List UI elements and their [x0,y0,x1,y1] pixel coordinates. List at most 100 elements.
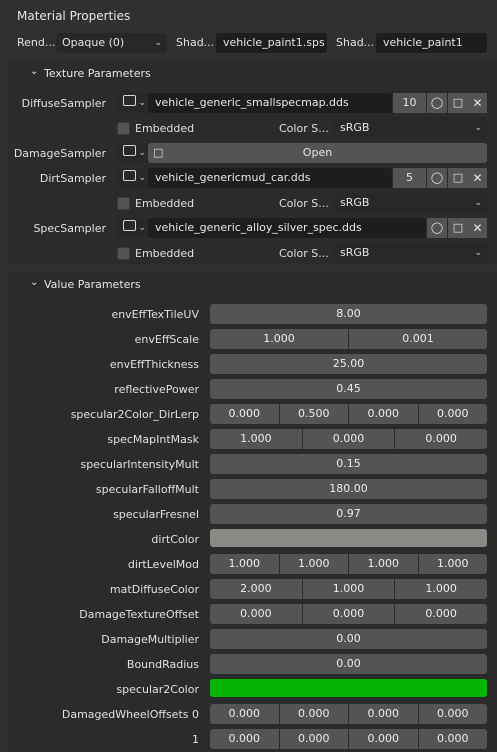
folder-icon[interactable]: □ [448,93,468,113]
param-label: dirtLevelMod [127,558,199,571]
shader-name-field[interactable]: vehicle_paint1 [376,33,487,53]
param-value-field[interactable]: 1.000 [279,554,348,574]
param-label: specularFalloffMult [95,483,199,496]
param-value-field[interactable]: 0.500 [279,404,348,424]
param-label: specular2Color_DirLerp [70,408,199,421]
spec-colorspace-label: Color S... [279,247,329,260]
param-value-field[interactable]: 0.000 [210,704,279,724]
param-value-field[interactable]: 1.000 [395,579,487,599]
param-label: envEffScale [134,333,199,346]
param-label: DamageMultiplier [101,633,199,646]
folder-icon[interactable]: □ [448,218,468,238]
param-label: specular2Color [116,683,199,696]
fake-user-shield-icon[interactable]: ◯ [427,168,447,188]
diffuse-image-browse[interactable]: ⌄ [117,93,148,113]
spec-file-field[interactable]: vehicle_generic_alloy_silver_spec.dds [148,218,426,238]
spec-embedded-checkbox[interactable] [117,247,130,260]
param-value-field[interactable]: 1.000 [210,429,302,449]
chevron-down-icon: ⌄ [138,223,146,233]
diffuse-sampler-label: DiffuseSampler [21,97,106,110]
panel-title: Material Properties [17,9,131,23]
spec-sampler-label: SpecSampler [33,222,106,235]
damage-open-button[interactable]: □ Open [148,143,487,163]
param-value-field[interactable]: 0.000 [302,429,395,449]
image-icon [123,95,136,106]
param-value-field[interactable]: 0.00 [210,654,487,674]
param-value-field[interactable]: 0.001 [349,329,487,349]
fake-user-shield-icon[interactable]: ◯ [427,93,447,113]
texture-parameters-header[interactable]: ⌄ Texture Parameters [30,66,151,80]
shader-file-label: Shad... [176,36,215,49]
param-value-field[interactable]: 0.000 [210,729,279,749]
param-value-field[interactable]: 180.00 [210,479,487,499]
param-label: matDiffuseColor [109,583,199,596]
dirt-colorspace-dropdown[interactable]: sRGB ⌄ [334,193,487,213]
param-value-field[interactable]: 1.000 [210,554,279,574]
color-swatch[interactable] [210,529,487,547]
param-value-field[interactable]: 0.000 [349,729,418,749]
chevron-down-icon: ⌄ [474,198,482,208]
shader-file-field[interactable]: vehicle_paint1.sps [216,33,327,53]
param-value-field[interactable]: 0.000 [418,404,487,424]
param-value-field[interactable]: 0.000 [395,604,487,624]
param-value-field[interactable]: 0.00 [210,629,487,649]
fake-user-shield-icon[interactable]: ◯ [427,218,447,238]
diffuse-user-count[interactable]: 10 [393,93,426,113]
param-value-field[interactable]: 0.97 [210,504,487,524]
param-value-field[interactable]: 0.000 [302,604,395,624]
chevron-down-icon: ⌄ [30,66,39,77]
param-label: specMapIntMask [107,433,199,446]
damage-image-browse[interactable]: ⌄ [117,143,148,163]
param-value-field[interactable]: 8.00 [210,304,487,324]
param-label: envEffThickness [109,358,199,371]
param-label: specularIntensityMult [80,458,199,471]
param-value-field[interactable]: 0.45 [210,379,487,399]
shader-name-label: Shad... [336,36,375,49]
param-label: specularFresnel [113,508,199,521]
param-value-field[interactable]: 0.000 [279,704,348,724]
diffuse-colorspace-dropdown[interactable]: sRGB ⌄ [334,118,487,138]
param-label: DamageTextureOffset [79,608,199,621]
param-value-field[interactable]: 0.15 [210,454,487,474]
dirt-embedded-checkbox[interactable] [117,197,130,210]
param-value-field[interactable]: 25.00 [210,354,487,374]
render-mode-label: Rend... [17,36,56,49]
param-value-field[interactable]: 0.000 [395,429,487,449]
param-value-field[interactable]: 0.000 [210,404,279,424]
spec-image-browse[interactable]: ⌄ [117,218,148,238]
diffuse-embedded-checkbox[interactable] [117,122,130,135]
dirt-embedded-label: Embedded [135,197,195,210]
param-value-field[interactable]: 0.000 [210,604,302,624]
param-value-field[interactable]: 1.000 [210,329,348,349]
chevron-down-icon: ⌄ [474,123,482,133]
diffuse-embedded-label: Embedded [135,122,195,135]
param-value-field[interactable]: 2.000 [210,579,302,599]
param-value-field[interactable]: 1.000 [349,554,418,574]
close-icon[interactable]: ✕ [468,93,487,113]
close-icon[interactable]: ✕ [468,218,487,238]
param-value-field[interactable]: 0.000 [418,729,487,749]
chevron-down-icon: ⌄ [154,38,162,48]
value-parameters-header[interactable]: ⌄ Value Parameters [30,277,141,291]
dirt-image-browse[interactable]: ⌄ [117,168,148,188]
param-value-field[interactable]: 0.000 [279,729,348,749]
color-swatch[interactable] [210,679,487,697]
param-label: reflectivePower [114,383,199,396]
image-icon [123,145,136,156]
param-value-field[interactable]: 0.000 [418,704,487,724]
param-value-field[interactable]: 1.000 [302,579,395,599]
param-value-field[interactable]: 1.000 [418,554,487,574]
param-value-field[interactable]: 0.000 [349,704,418,724]
param-label: BoundRadius [126,658,199,671]
folder-icon[interactable]: □ [448,168,468,188]
close-icon[interactable]: ✕ [468,168,487,188]
render-mode-dropdown[interactable]: Opaque (0) ⌄ [56,33,167,53]
dirt-user-count[interactable]: 5 [393,168,426,188]
spec-colorspace-dropdown[interactable]: sRGB ⌄ [334,243,487,263]
diffuse-file-field[interactable]: vehicle_generic_smallspecmap.dds [148,93,392,113]
param-value-field[interactable]: 0.000 [349,404,418,424]
damage-sampler-label: DamageSampler [13,147,106,160]
param-label: dirtColor [151,533,199,546]
chevron-down-icon: ⌄ [138,148,146,158]
dirt-file-field[interactable]: vehicle_genericmud_car.dds [148,168,392,188]
